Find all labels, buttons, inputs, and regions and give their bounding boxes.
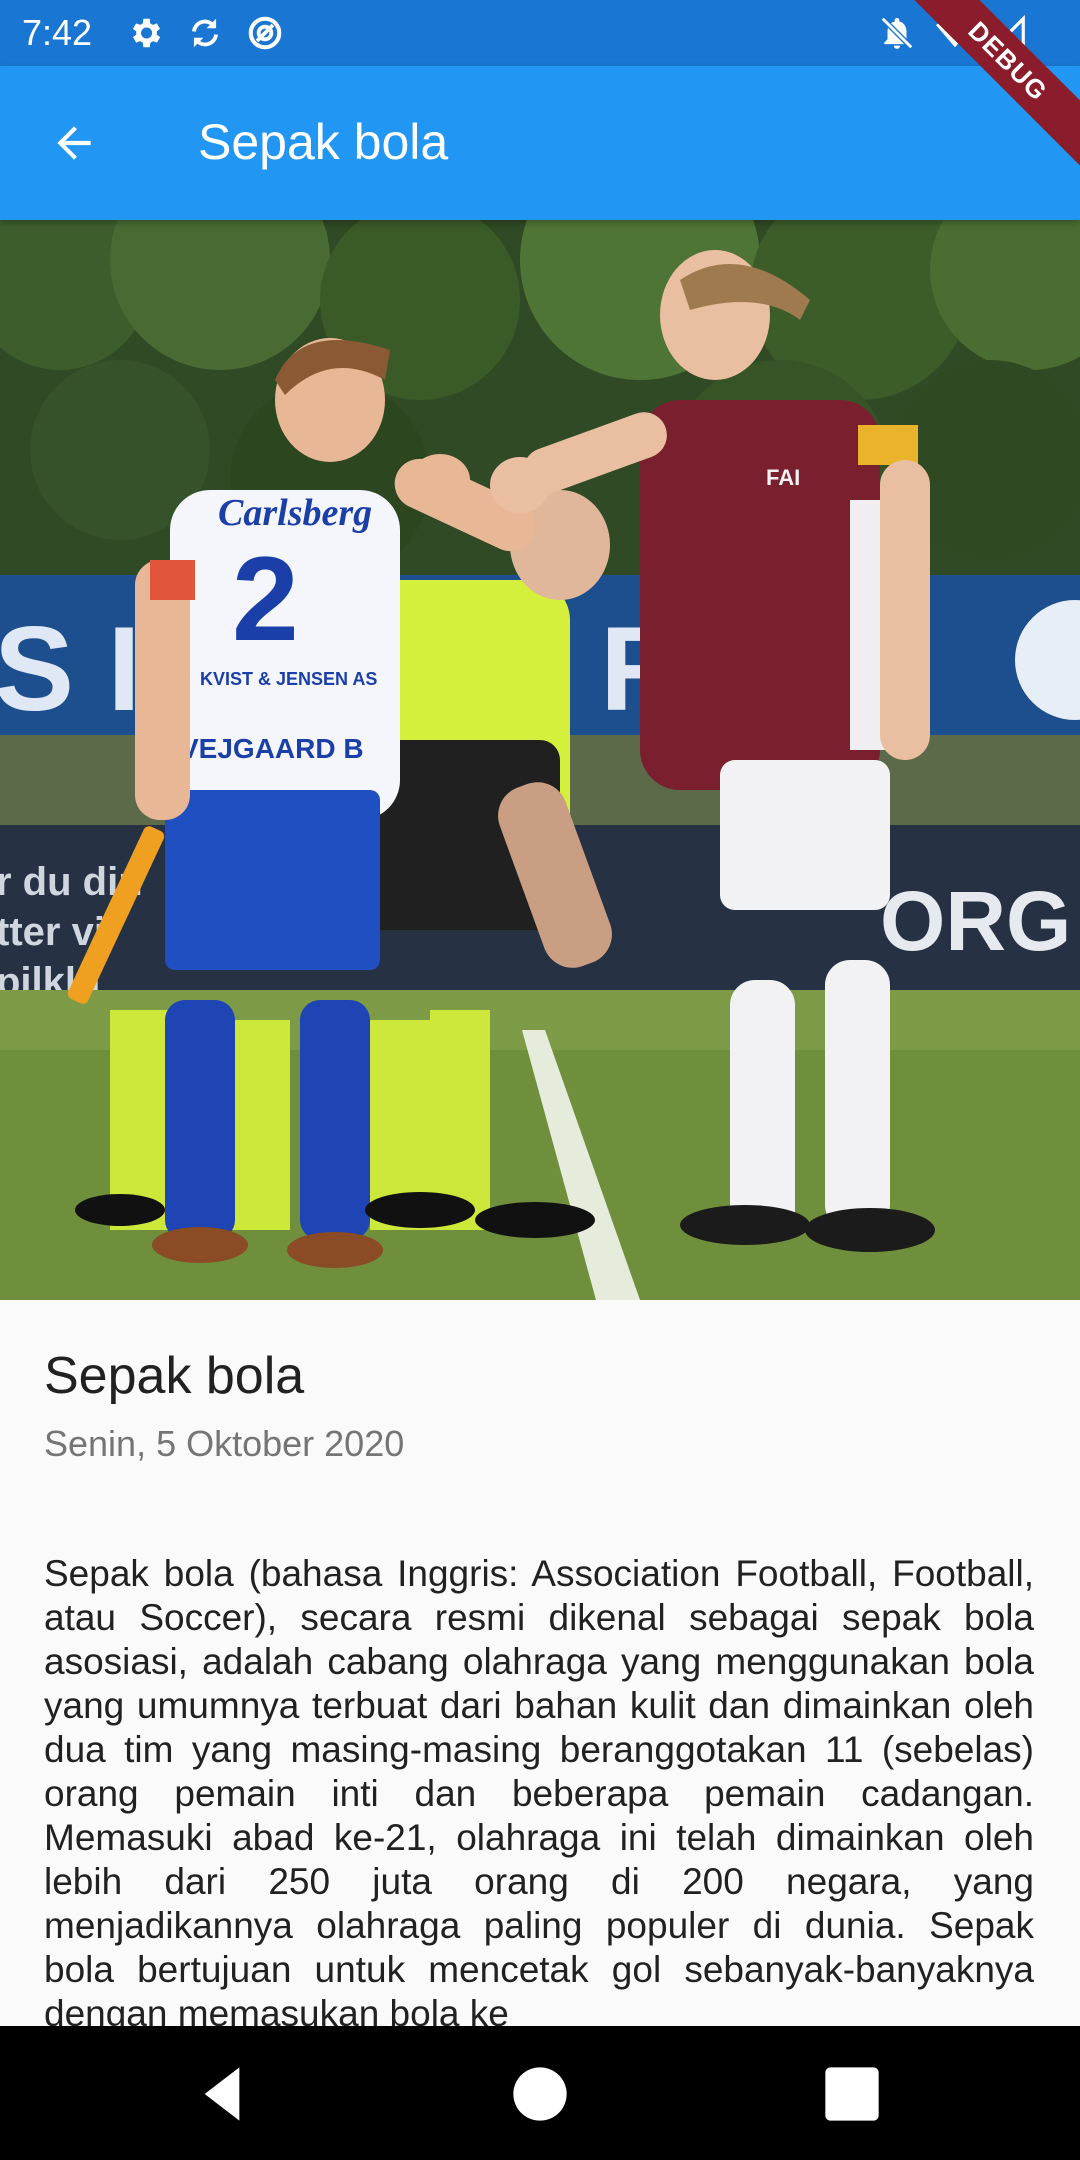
jersey-name: VEJGAARD B: [180, 733, 364, 764]
settings-icon: [126, 14, 164, 52]
article-date: Senin, 5 Oktober 2020: [44, 1423, 405, 1464]
app-bar-title: Sepak bola: [198, 114, 449, 170]
board-text-right: ORG: [880, 874, 1071, 968]
back-button[interactable]: [40, 109, 108, 177]
banner-text-left: S I: [0, 602, 141, 736]
article-content: Sepak bola Senin, 5 Oktober 2020 Sepak b…: [44, 1300, 1034, 2060]
jersey-number: 2: [232, 532, 299, 666]
notifications-off-icon: [878, 14, 916, 52]
nav-home-button[interactable]: [508, 2062, 572, 2126]
article-title: Sepak bola: [44, 1347, 305, 1405]
nav-recents-button[interactable]: [820, 2062, 884, 2126]
status-time: 7:42: [22, 12, 93, 53]
arrow-back-icon: [57, 126, 91, 160]
home-nav-icon: [513, 2067, 567, 2121]
status-bar: 7:42: [0, 0, 1080, 66]
sync-icon: [186, 14, 224, 52]
vpn-icon: [246, 14, 284, 52]
article-image: S I R r du din tter vi pilklu ORG Carlsb…: [0, 220, 1080, 1300]
back-nav-icon: [204, 2067, 240, 2121]
nav-back-button[interactable]: [194, 2062, 258, 2126]
recents-nav-icon: [825, 2067, 879, 2121]
jersey-sponsor: Carlsberg: [218, 492, 372, 534]
article-body: Sepak bola (bahasa Inggris: Association …: [44, 1553, 1034, 2034]
opponent-crest: FAI: [766, 465, 800, 490]
jersey-badge: KVIST & JENSEN AS: [200, 669, 377, 689]
app-bar: Sepak bola: [0, 66, 1080, 220]
system-nav-bar: [0, 2026, 1080, 2160]
